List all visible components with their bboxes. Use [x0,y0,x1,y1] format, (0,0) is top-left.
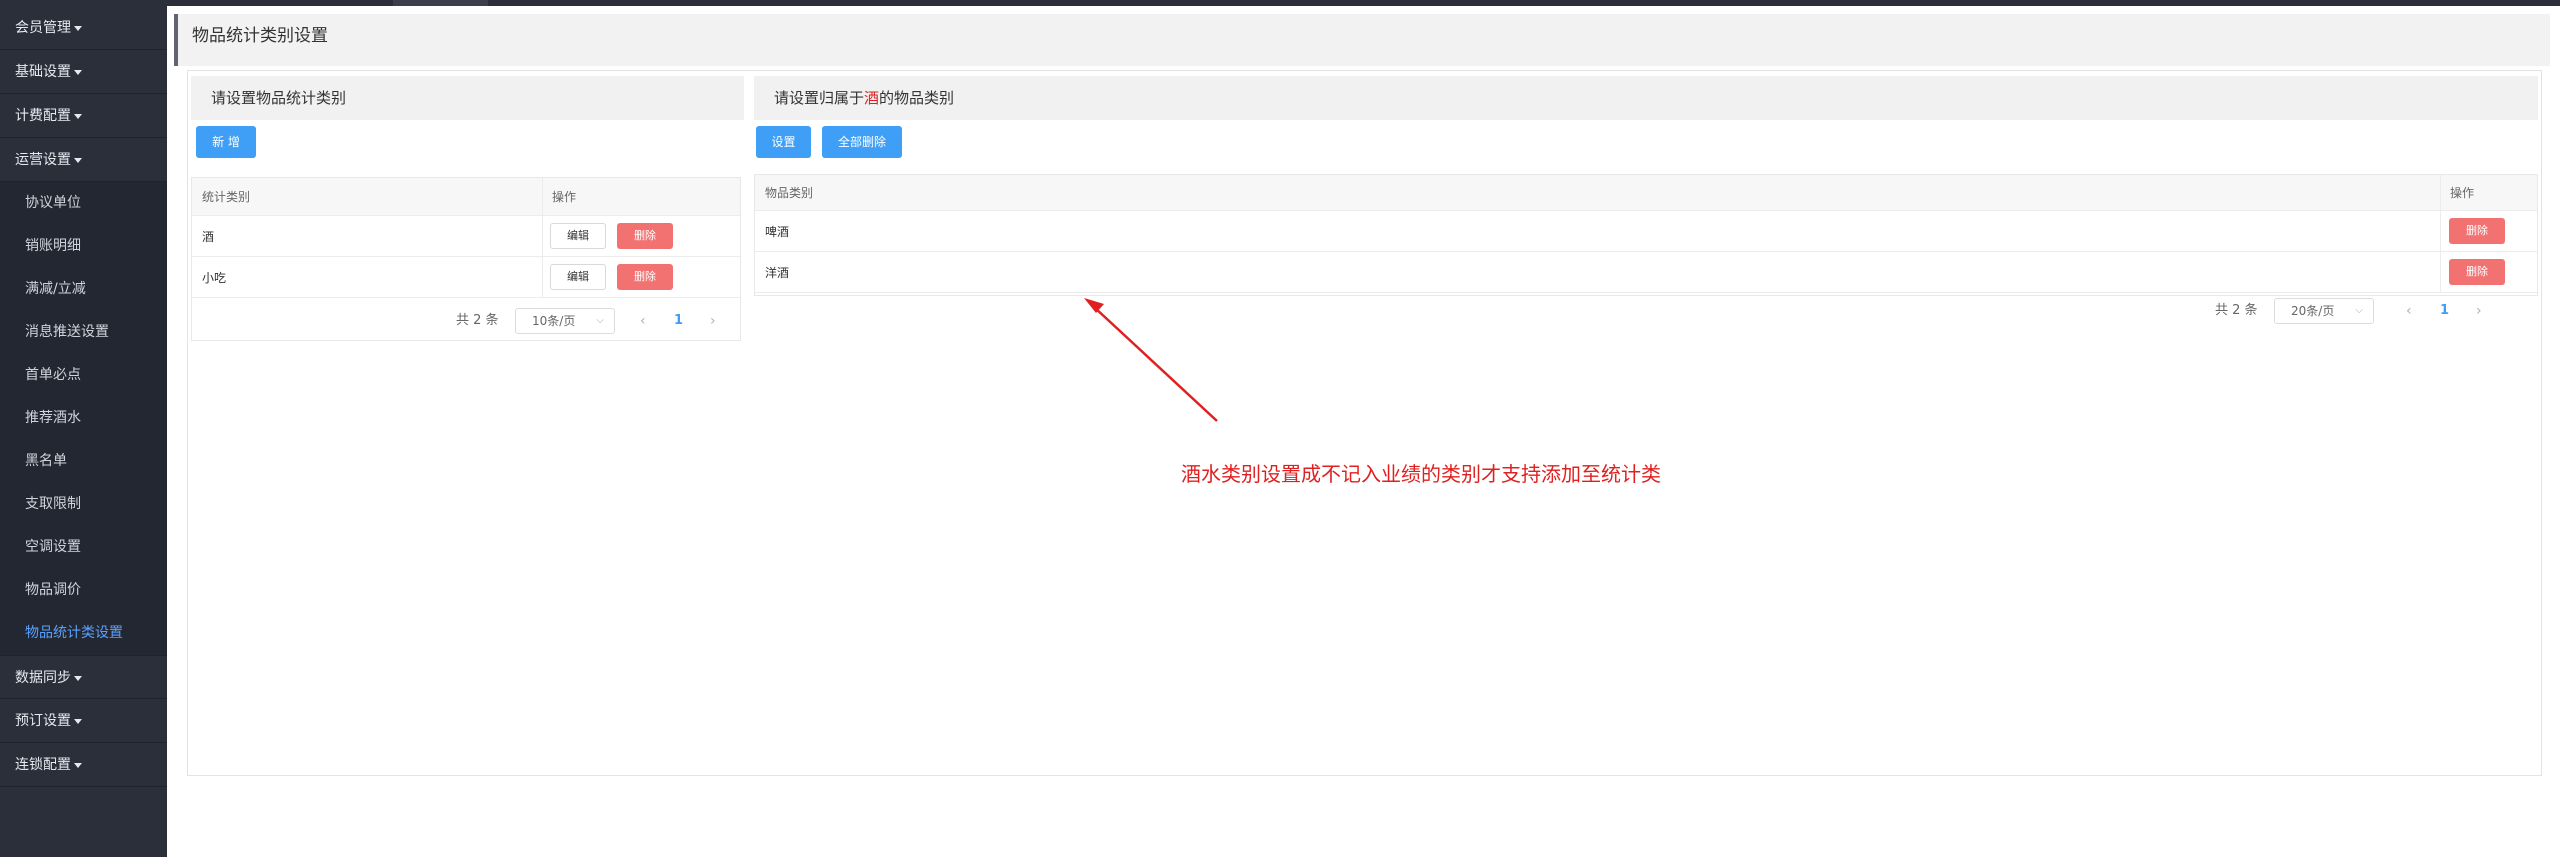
annotation-arrow [1084,298,1218,422]
annotation-arrow-head [1084,298,1104,313]
annotation-arrow-line [1093,306,1218,422]
annotation-text: 酒水类别设置成不记入业绩的类别才支持添加至统计类 [1181,462,1661,486]
